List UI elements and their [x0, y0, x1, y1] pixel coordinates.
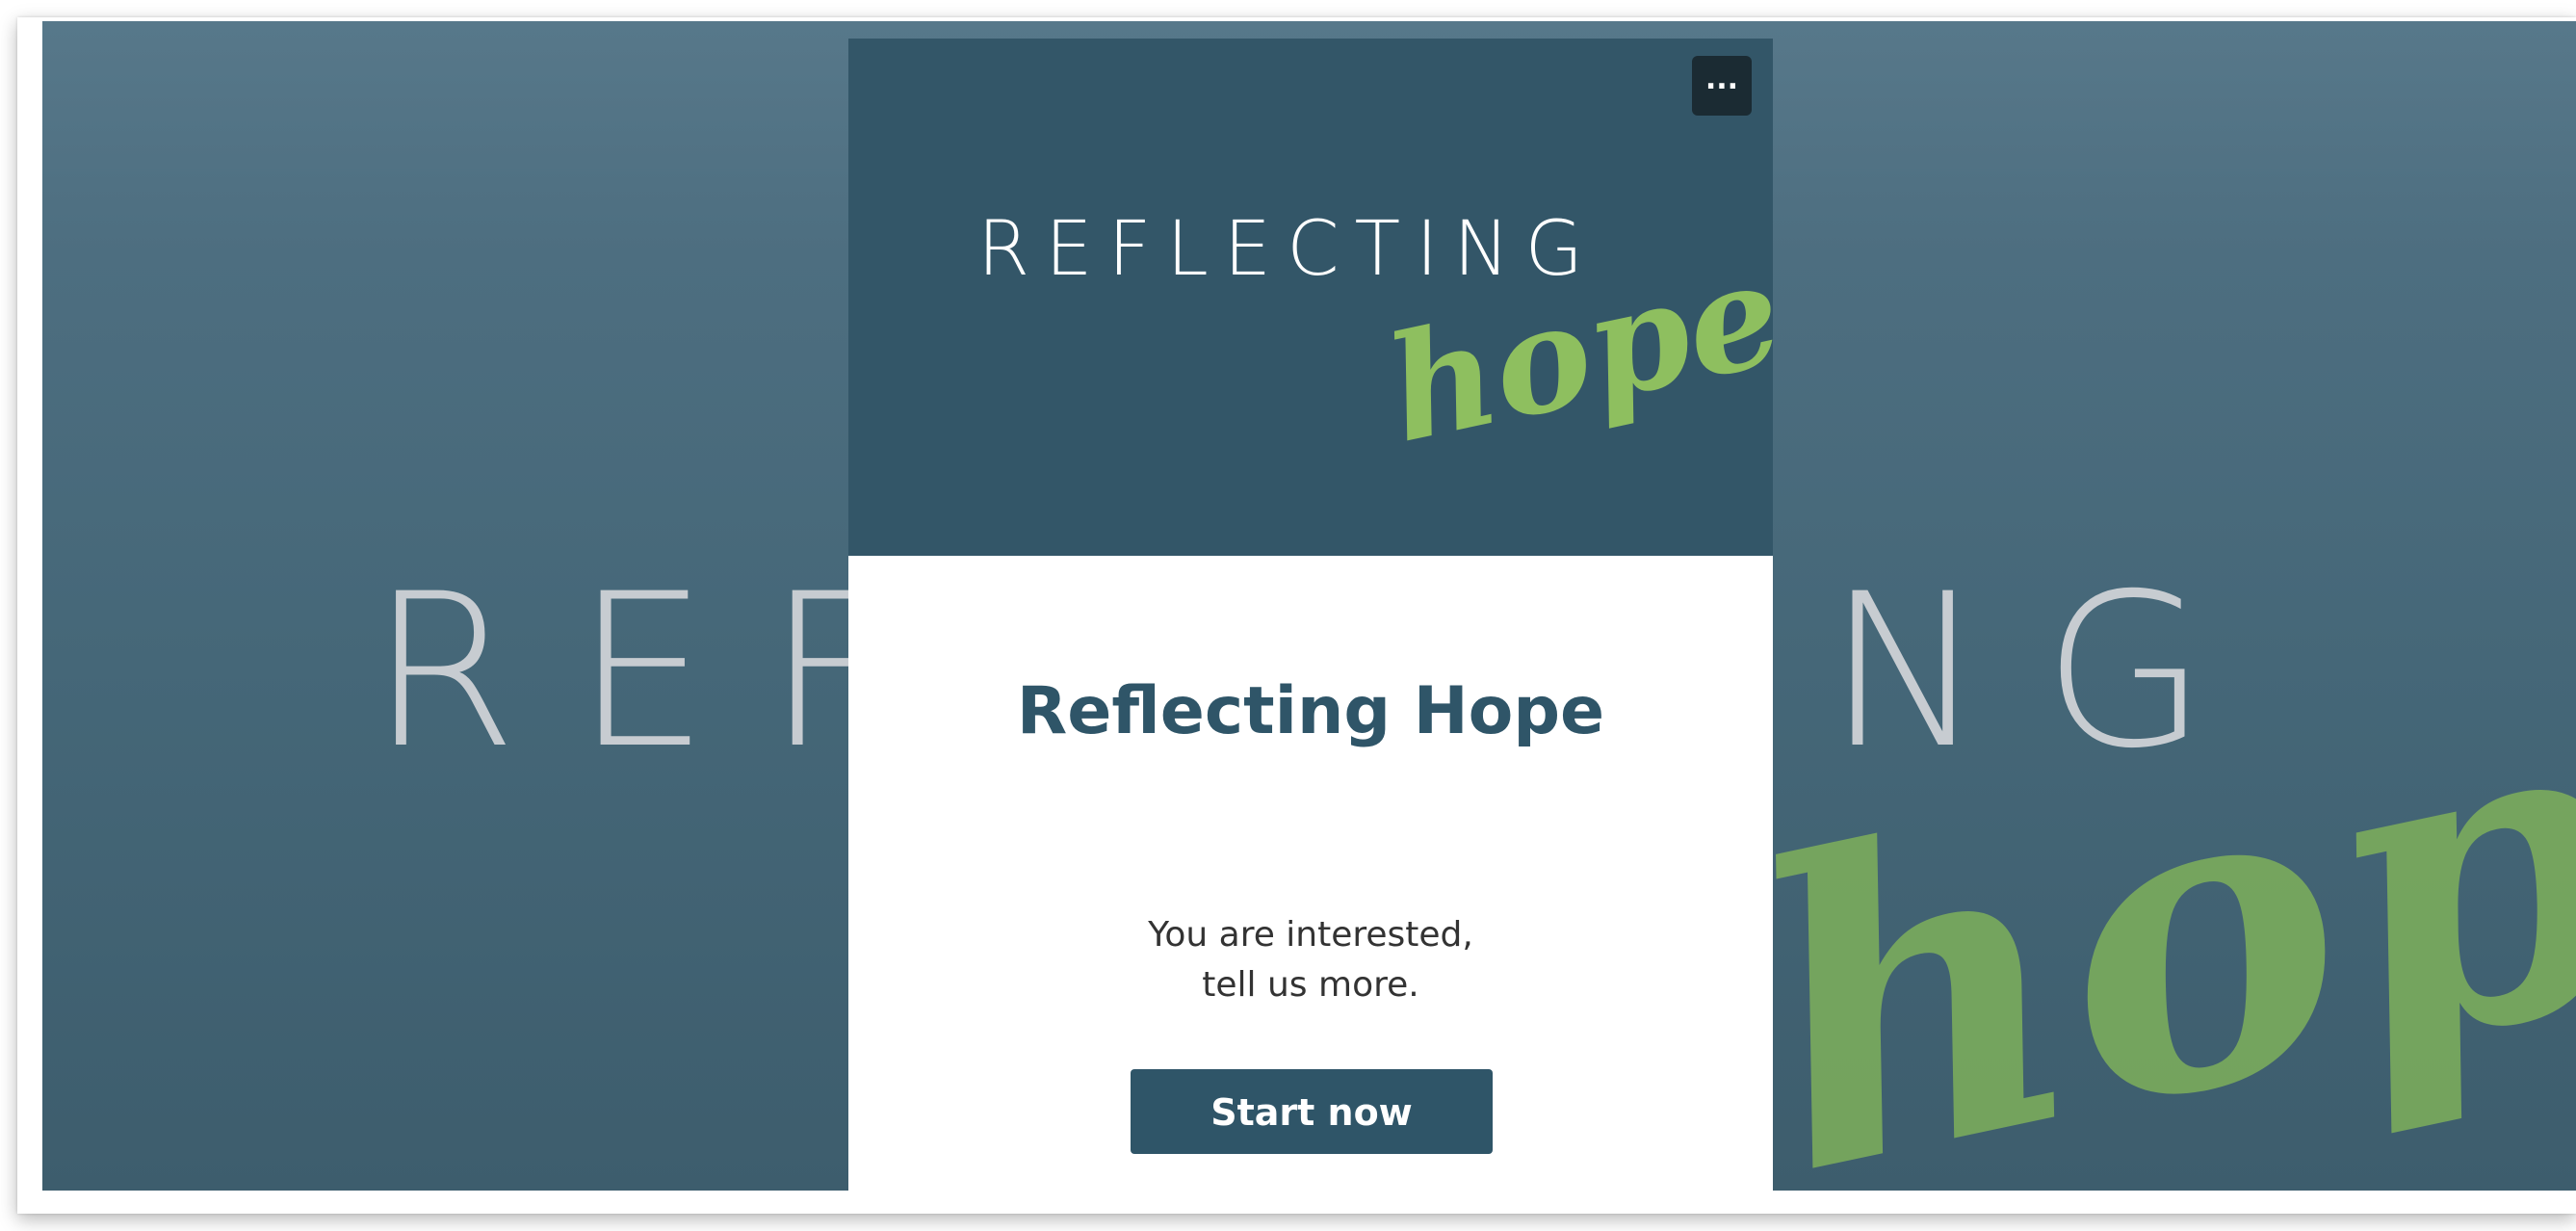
screenshot-frame: REFLECTING hope REFLECTING hope ... Refl… — [17, 17, 2576, 1214]
form-card: REFLECTING hope ... Reflecting Hope You … — [848, 39, 1773, 1212]
card-header: REFLECTING hope ... — [848, 39, 1773, 556]
reflecting-hope-logo: REFLECTING hope — [848, 39, 1773, 556]
description-line-1: You are interested, — [1148, 915, 1473, 955]
more-options-button[interactable]: ... — [1692, 56, 1752, 116]
start-now-button[interactable]: Start now — [1131, 1069, 1493, 1154]
description-line-2: tell us more. — [1202, 965, 1419, 1005]
logo-word: REFLECTING — [977, 206, 1599, 293]
more-horizontal-icon: ... — [1704, 63, 1739, 96]
card-title: Reflecting Hope — [1016, 673, 1605, 749]
card-description: You are interested, tell us more. — [848, 910, 1773, 1010]
